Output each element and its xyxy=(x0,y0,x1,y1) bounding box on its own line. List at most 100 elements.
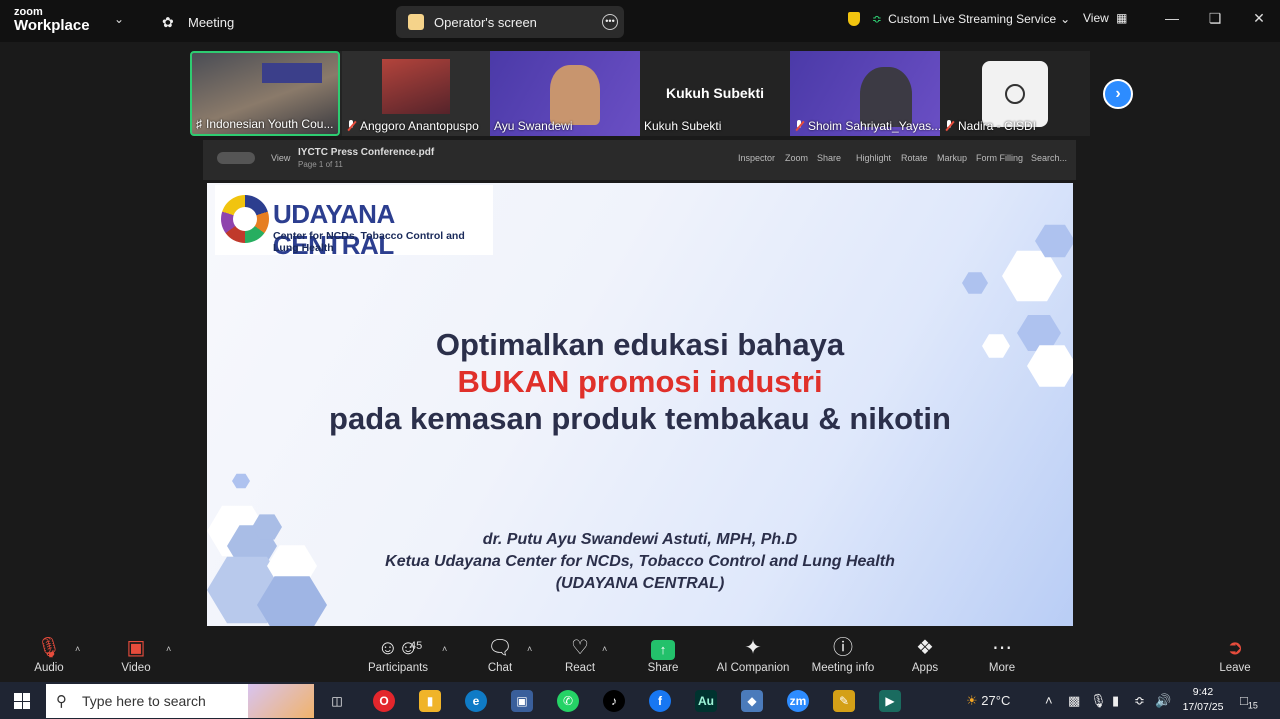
shared-slide: UDAYANA CENTRAL Center for NCDs, Tobacco… xyxy=(207,183,1073,626)
microphone-icon[interactable]: 🎙 xyxy=(1090,693,1107,709)
mic-muted-icon xyxy=(794,120,804,132)
share-screen-icon: ↑ xyxy=(651,640,675,660)
pdf-tool-search[interactable]: Search... xyxy=(1031,153,1067,163)
volume-icon[interactable]: 🔊 xyxy=(1155,693,1171,709)
clock-date: 17/07/25 xyxy=(1182,701,1224,713)
mic-muted-icon xyxy=(944,120,954,132)
pdf-tool-rotate[interactable]: Rotate xyxy=(901,153,928,163)
participant-center-label: Kukuh Subekti xyxy=(665,85,764,101)
participant-avatar xyxy=(982,61,1048,127)
tab-operator-label: Operator's screen xyxy=(434,14,537,30)
udayana-logo: UDAYANA CENTRAL Center for NCDs, Tobacco… xyxy=(215,185,493,260)
sun-icon: ☀ xyxy=(966,693,978,708)
participant-tile[interactable]: Anggoro Anantopuspo xyxy=(342,51,492,136)
live-stream-indicator[interactable]: ≎ Custom Live Streaming Service ⌄ xyxy=(848,6,1070,32)
participant-tile[interactable]: Nadira - CISDI xyxy=(940,51,1090,136)
speaker-title: Ketua Udayana Center for NCDs, Tobacco C… xyxy=(385,553,895,570)
pencil-app-icon[interactable]: ✎ xyxy=(833,690,855,712)
zoom-workplace-logo[interactable]: zoom Workplace xyxy=(14,7,90,34)
whatsapp-icon[interactable]: ✆ xyxy=(557,690,579,712)
sparkle-icon: ✦ xyxy=(744,637,762,659)
chevron-up-icon[interactable]: ˄ xyxy=(442,644,447,654)
share-button[interactable]: ↑ Share xyxy=(623,634,703,674)
chevron-up-icon[interactable]: ˄ xyxy=(75,644,80,654)
audio-button[interactable]: 🎙 Audio ˄ xyxy=(9,634,89,674)
filmora-icon[interactable]: ▶ xyxy=(879,690,901,712)
weather-widget[interactable]: ☀ 27°C xyxy=(966,693,1010,709)
more-button[interactable]: ⋯ More xyxy=(962,634,1042,674)
system-tray-icon[interactable]: ▩ xyxy=(1068,693,1080,709)
restore-icon[interactable]: ❏ xyxy=(1205,10,1225,27)
participant-tile[interactable]: Ayu Swandewi xyxy=(490,51,640,136)
leave-label: Leave xyxy=(1219,662,1251,674)
participant-tile[interactable]: Shoim Sahriyati_Yayas... xyxy=(790,51,940,136)
chevron-up-icon[interactable]: ˄ xyxy=(527,644,532,654)
leave-button[interactable]: ➲ Leave xyxy=(1195,634,1275,674)
minimize-icon[interactable]: — xyxy=(1162,10,1182,26)
edge-icon[interactable]: e xyxy=(465,690,487,712)
participant-tile[interactable]: Kukuh Subekti Kukuh Subekti xyxy=(640,51,790,136)
participants-button[interactable]: ☺☺ 45 Participants ˄ xyxy=(358,634,447,674)
chevron-up-icon[interactable]: ˄ xyxy=(602,644,607,654)
video-button[interactable]: ▣ Video ˄ xyxy=(96,634,176,674)
notifications-icon[interactable]: □15 xyxy=(1240,693,1258,711)
participants-icon: ☺☺ xyxy=(377,637,419,659)
pdf-tool-markup[interactable]: Markup xyxy=(937,153,967,163)
participant-name: Shoim Sahriyati_Yayas... xyxy=(794,119,940,133)
app-icon[interactable]: ◆ xyxy=(741,690,763,712)
facebook-icon[interactable]: f xyxy=(649,690,671,712)
pdf-tool-highlight[interactable]: Highlight xyxy=(856,153,891,163)
grid-icon: ▦ xyxy=(1116,11,1128,25)
paw-icon: ✿ xyxy=(162,14,174,30)
info-icon: ⓘ xyxy=(833,637,853,659)
react-button[interactable]: ♡ React ˄ xyxy=(540,634,620,674)
slide-headline-3: pada kemasan produk tembakau & nikotin xyxy=(329,401,951,436)
shield-icon xyxy=(848,12,860,26)
pdf-tool-form-filling[interactable]: Form Filling xyxy=(976,153,1023,163)
chevron-up-icon[interactable]: ˄ xyxy=(1045,693,1053,708)
chat-button[interactable]: 🗨 Chat ˄ xyxy=(460,634,540,674)
tiktok-icon[interactable]: ♪ xyxy=(603,690,625,712)
logo-subtitle: Center for NCDs, Tobacco Control and Lun… xyxy=(273,230,465,254)
operator-avatar-icon xyxy=(408,14,424,30)
tab-operator-screen[interactable]: Operator's screen ••• xyxy=(396,6,624,38)
meeting-info-button[interactable]: ⓘ Meeting info xyxy=(800,634,886,674)
close-icon[interactable]: ✕ xyxy=(1249,10,1269,27)
opera-icon[interactable]: O xyxy=(373,690,395,712)
pdf-tool-share[interactable]: Share xyxy=(817,153,841,163)
pdf-tool-inspector[interactable]: Inspector xyxy=(738,153,775,163)
chevron-down-icon[interactable]: ⌄ xyxy=(114,12,124,26)
file-explorer-icon[interactable]: ▮ xyxy=(419,690,441,712)
task-view-icon[interactable]: ◫ xyxy=(326,690,348,712)
pdf-view-button[interactable]: View xyxy=(271,153,290,163)
wifi-icon[interactable]: ≎ xyxy=(1134,693,1145,709)
mic-muted-icon xyxy=(346,120,356,132)
slide-headline-promosi: promosi industri xyxy=(569,364,823,399)
pdf-tool-zoom[interactable]: Zoom xyxy=(785,153,808,163)
participant-tile[interactable]: ♯ Indonesian Youth Cou... xyxy=(190,51,340,136)
tab-meeting[interactable]: ✿ Meeting xyxy=(150,6,246,38)
battery-icon[interactable]: ▮ xyxy=(1112,693,1119,709)
taskbar-clock[interactable]: 9:42 17/07/25 xyxy=(1180,685,1226,715)
sidebar-toggle-icon[interactable] xyxy=(217,152,255,164)
apps-label: Apps xyxy=(911,662,939,674)
weather-temp: 27°C xyxy=(981,693,1011,708)
view-button[interactable]: View ▦ xyxy=(1083,11,1127,25)
zoom-taskbar-icon[interactable]: zm xyxy=(787,690,809,712)
participant-name: Anggoro Anantopuspo xyxy=(346,119,479,133)
decorative-hexagon xyxy=(962,272,988,294)
more-options-icon[interactable]: ••• xyxy=(602,14,618,30)
participant-name: Ayu Swandewi xyxy=(494,119,573,133)
chevron-up-icon[interactable]: ˄ xyxy=(166,644,171,654)
windows-start-icon[interactable] xyxy=(14,693,30,709)
audition-icon[interactable]: Au xyxy=(695,690,717,712)
ai-companion-button[interactable]: ✦ AI Companion xyxy=(705,634,801,674)
network-app-icon[interactable]: ▣ xyxy=(511,690,533,712)
apps-button[interactable]: ❖ Apps xyxy=(885,634,965,674)
tab-meeting-label: Meeting xyxy=(188,14,235,30)
participants-count: 45 xyxy=(410,640,423,652)
video-feed xyxy=(550,65,600,125)
next-page-button[interactable]: › xyxy=(1103,79,1133,109)
chevron-down-icon: ⌄ xyxy=(1060,12,1071,26)
taskbar-search-box[interactable]: ⚲ Type here to search xyxy=(46,684,314,718)
